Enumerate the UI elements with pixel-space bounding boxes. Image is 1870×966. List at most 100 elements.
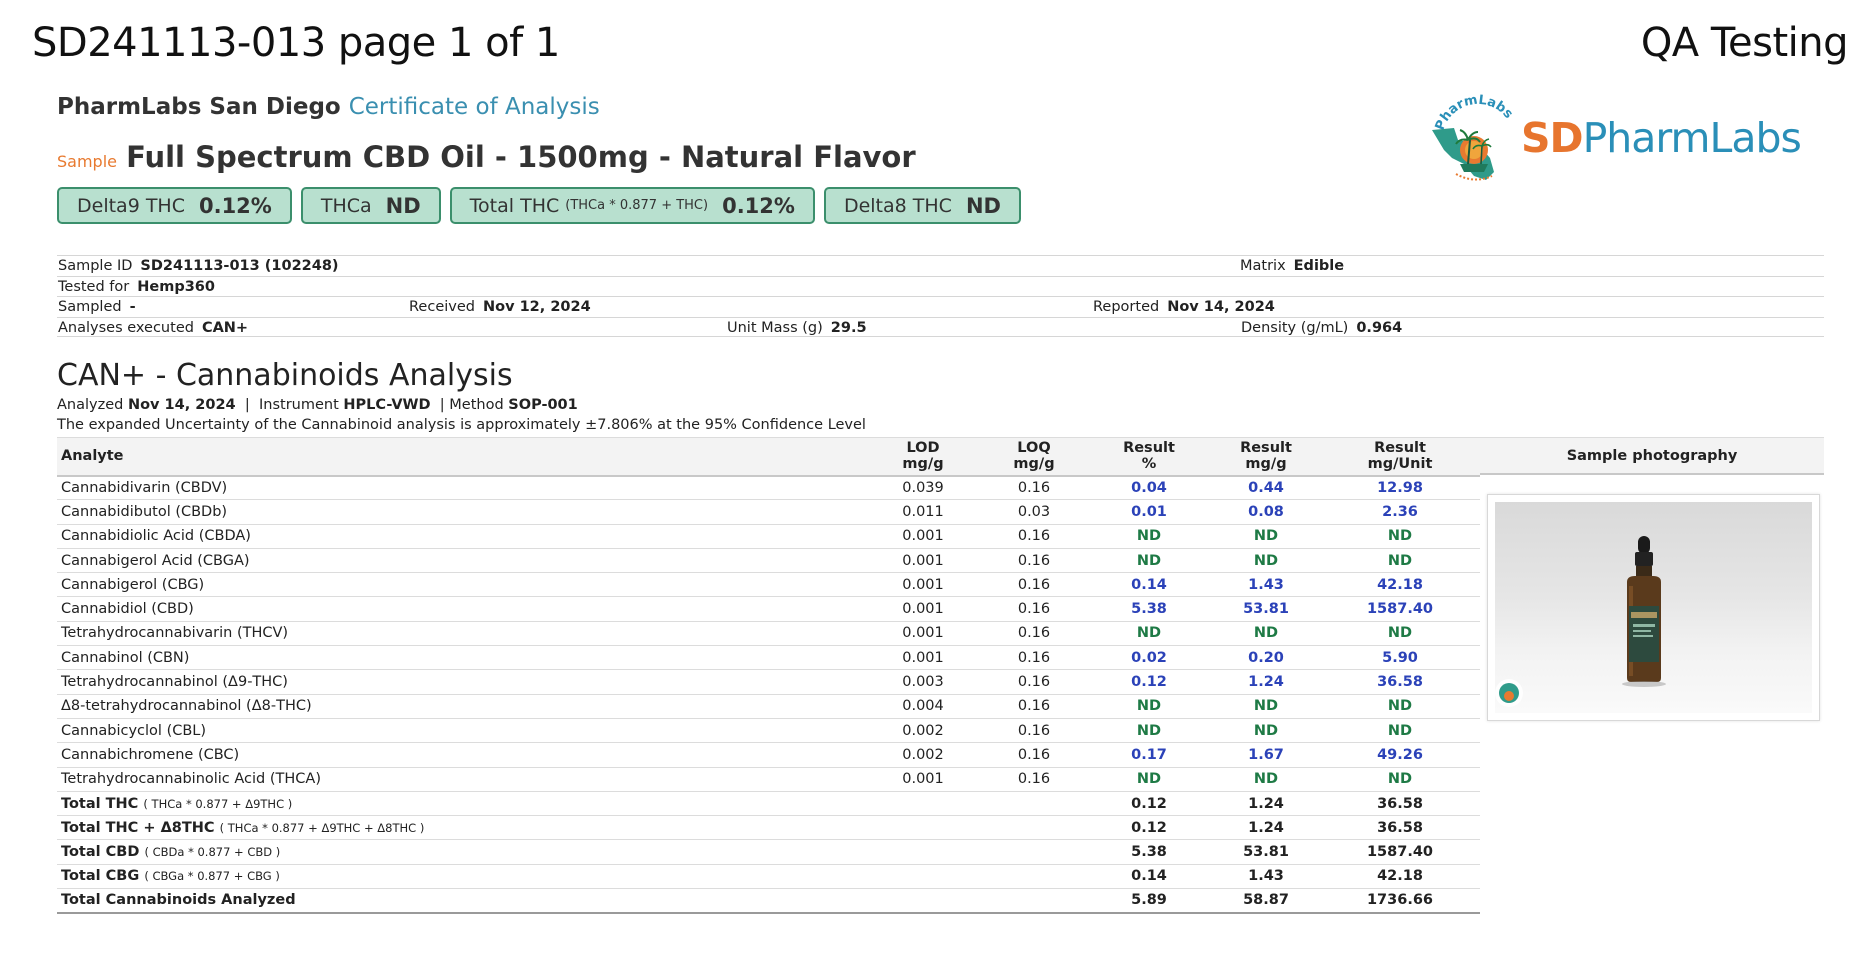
- analyte-name: Δ8-tetrahydrocannabinol (Δ8-THC): [61, 698, 312, 715]
- svg-text:PharmLabs: PharmLabs: [1433, 93, 1516, 133]
- california-palm-emblem-icon: PharmLabs: [1432, 93, 1516, 181]
- result-pct: 0.14: [1131, 576, 1167, 593]
- sample-name: Full Spectrum CBD Oil - 1500mg - Natural…: [126, 140, 916, 174]
- instrument-value: HPLC-VWD: [343, 397, 431, 413]
- badge-thca: THCa ND: [300, 187, 441, 224]
- analyte-name: Cannabigerol Acid (CBGA): [61, 552, 250, 569]
- sample-tag: Sample: [57, 152, 117, 171]
- total-row: Total CBD ( CBDa * 0.877 + CBD ) 5.38 53.8…: [57, 840, 1480, 865]
- lod-value: 0.003: [902, 674, 944, 691]
- loq-value: 0.16: [1017, 674, 1051, 691]
- analyte-name: Cannabigerol (CBG): [61, 576, 205, 593]
- result-pct: ND: [1136, 771, 1162, 788]
- badge-total-thc: Total THC (THCa * 0.877 + THC) 0.12%: [449, 187, 815, 224]
- result-pct: ND: [1136, 528, 1162, 545]
- reported-value: Nov 14, 2024: [1167, 299, 1275, 315]
- table-row: Cannabicyclol (CBL) 0.002 0.16 ND ND ND: [57, 718, 1480, 743]
- result-mgunit: ND: [1387, 625, 1413, 642]
- table-row: Cannabidiol (CBD) 0.001 0.16 5.38 53.81 1587.…: [57, 597, 1480, 622]
- analyte-name: Cannabidivarin (CBDV): [61, 479, 228, 496]
- total-mgunit: 42.18: [1377, 868, 1423, 885]
- total-mgg: 58.87: [1243, 892, 1289, 909]
- total-row: Total THC ( THCa * 0.877 + Δ9THC ) 0.12 1.…: [57, 791, 1480, 816]
- loq-value: 0.16: [1017, 746, 1051, 763]
- col-header-lod: LOD mg/g: [864, 437, 982, 477]
- sampled-label: Sampled: [58, 299, 122, 315]
- result-mgg: 1.67: [1248, 746, 1284, 763]
- result-mgunit: ND: [1387, 528, 1413, 545]
- badge-value: ND: [965, 193, 1001, 218]
- col-header-loq: LOQ mg/g: [982, 437, 1086, 477]
- lod-value: 0.011: [902, 503, 944, 520]
- analyte-name: Cannabidibutol (CBDb): [61, 503, 228, 520]
- result-mgg: ND: [1253, 698, 1279, 715]
- analyte-name: Tetrahydrocannabinolic Acid (THCA): [61, 771, 321, 788]
- result-pct: ND: [1136, 722, 1162, 739]
- density-value: 0.964: [1356, 319, 1403, 336]
- analyses-label: Analyses executed: [58, 319, 194, 336]
- analysis-section-title: CAN+ - Cannabinoids Analysis: [57, 358, 513, 393]
- col-header-result-pct: Result%: [1086, 437, 1212, 477]
- total-name: Total CBD ( CBDa * 0.877 + CBD ): [61, 844, 281, 861]
- total-pct: 5.89: [1131, 892, 1167, 909]
- result-mgunit: ND: [1387, 771, 1413, 788]
- lod-value: 0.001: [902, 601, 944, 618]
- loq-value: 0.03: [1017, 503, 1051, 520]
- lod-value: 0.001: [902, 552, 944, 569]
- analyte-name: Cannabidiolic Acid (CBDA): [61, 528, 251, 545]
- sample-heading: Sample Full Spectrum CBD Oil - 1500mg - …: [57, 140, 916, 174]
- loq-value: 0.16: [1017, 528, 1051, 545]
- total-pct: 0.12: [1131, 795, 1167, 812]
- loq-value: 0.16: [1017, 576, 1051, 593]
- lod-value: 0.001: [902, 528, 944, 545]
- loq-value: 0.16: [1017, 601, 1051, 618]
- loq-value: 0.16: [1017, 649, 1051, 666]
- analyses-value: CAN+: [201, 319, 249, 336]
- table-row: Tetrahydrocannabinol (Δ9-THC) 0.003 0.16 0.…: [57, 670, 1480, 695]
- received-label: Received: [409, 299, 475, 315]
- unit-mass-label: Unit Mass (g): [727, 319, 823, 336]
- result-mgg: 1.24: [1248, 674, 1284, 691]
- analyte-name: Cannabidiol (CBD): [61, 601, 194, 618]
- result-mgg: ND: [1253, 771, 1279, 788]
- table-row: Tetrahydrocannabinolic Acid (THCA) 0.001 0…: [57, 767, 1480, 792]
- analyzed-date: Nov 14, 2024: [127, 397, 236, 413]
- result-mgunit: 2.36: [1382, 503, 1418, 520]
- table-row: Δ8-tetrahydrocannabinol (Δ8-THC) 0.004 0.1…: [57, 694, 1480, 719]
- total-pct: 0.12: [1131, 819, 1167, 836]
- total-name: Total CBG ( CBGa * 0.877 + CBG ): [61, 868, 280, 885]
- total-pct: 5.38: [1131, 844, 1167, 861]
- dropper-bottle-image: [1495, 536, 1666, 707]
- total-row: Total THC + Δ8THC ( THCa * 0.877 + Δ9THC…: [57, 816, 1480, 840]
- result-mgg: 0.08: [1248, 503, 1284, 520]
- total-name: Total THC + Δ8THC ( THCa * 0.877 + Δ9THC…: [61, 819, 425, 836]
- total-mgg: 1.24: [1248, 819, 1284, 836]
- lod-value: 0.001: [902, 625, 944, 642]
- result-mgunit: 1587.40: [1366, 601, 1434, 618]
- badge-delta8-thc: Delta8 THC ND: [823, 187, 1021, 224]
- total-mgg: 1.43: [1248, 868, 1284, 885]
- lod-value: 0.002: [902, 746, 944, 763]
- result-mgg: 0.44: [1248, 479, 1284, 496]
- total-mgg: 53.81: [1243, 844, 1289, 861]
- analyte-name: Cannabinol (CBN): [61, 649, 190, 666]
- result-mgunit: ND: [1387, 722, 1413, 739]
- total-mgunit: 1736.66: [1366, 892, 1434, 909]
- total-formula: ( THCa * 0.877 + Δ9THC + Δ8THC ): [219, 820, 425, 835]
- result-pct: 0.12: [1131, 674, 1167, 691]
- result-mgg: 0.20: [1248, 649, 1284, 666]
- badge-formula: (THCa * 0.877 + THC): [565, 198, 709, 213]
- total-formula: ( CBGa * 0.877 + CBG ): [144, 869, 280, 884]
- badge-label: Total THC: [469, 194, 560, 217]
- result-pct: ND: [1136, 625, 1162, 642]
- badge-value: ND: [385, 193, 421, 218]
- badge-label: Delta8 THC: [843, 194, 952, 217]
- loq-value: 0.16: [1017, 625, 1051, 642]
- qa-testing-title: QA Testing: [1640, 20, 1849, 66]
- analysis-info-line: Analyzed Nov 14, 2024 | Instrument HPLC-…: [57, 397, 578, 413]
- total-formula: ( CBDa * 0.877 + CBD ): [144, 845, 281, 860]
- total-mgg: 1.24: [1248, 795, 1284, 812]
- lod-value: 0.001: [902, 771, 944, 788]
- col-header-result-mgunit: Result mg/Unit: [1320, 437, 1480, 477]
- result-mgunit: 5.90: [1382, 649, 1418, 666]
